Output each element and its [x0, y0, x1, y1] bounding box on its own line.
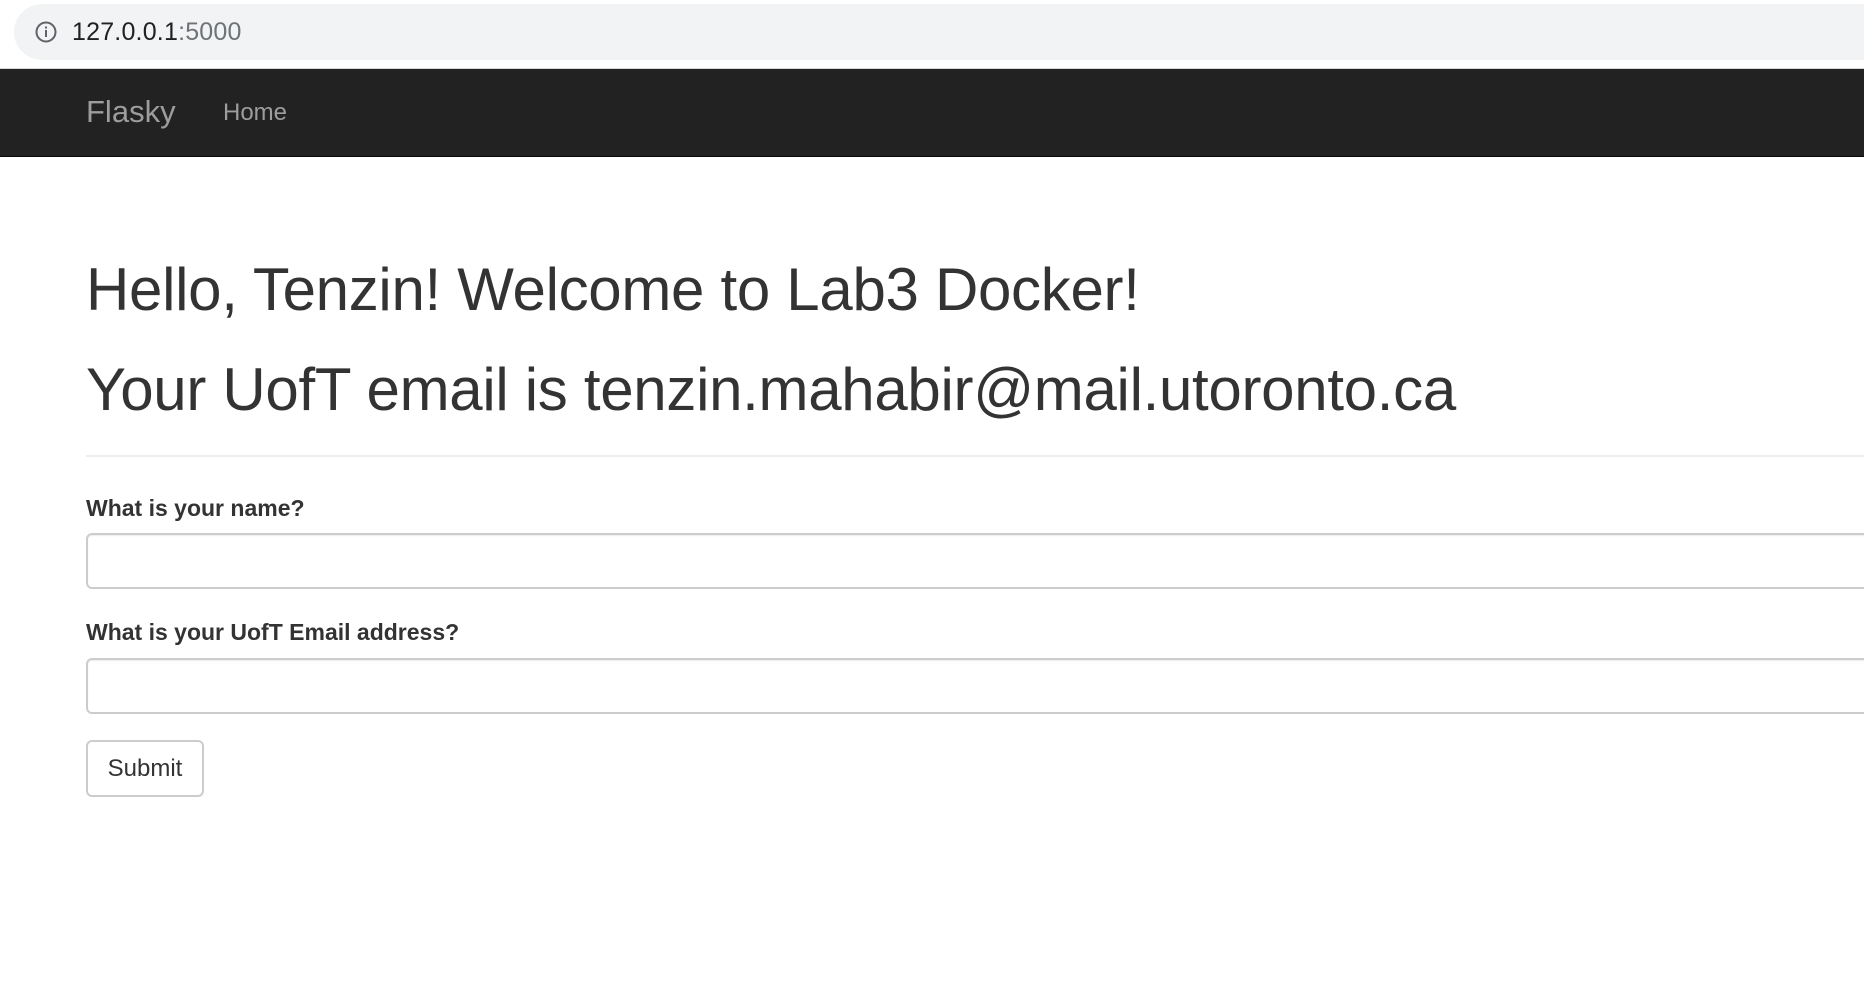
navbar-brand[interactable]: Flasky [86, 94, 176, 130]
url-text[interactable]: 127.0.0.1:5000 [72, 16, 242, 48]
top-navbar: Flasky Home [0, 69, 1864, 157]
nav-item-home[interactable]: Home [223, 99, 287, 127]
greeting-heading: Hello, Tenzin! Welcome to Lab3 Docker! [86, 256, 1140, 323]
header-divider [86, 455, 1864, 457]
submit-button[interactable]: Submit [86, 740, 204, 797]
email-input[interactable] [86, 658, 1864, 714]
email-heading: Your UofT email is tenzin.mahabir@mail.u… [86, 356, 1456, 423]
info-circle-icon[interactable] [34, 20, 58, 44]
browser-toolbar: 127.0.0.1:5000 [0, 0, 1864, 69]
name-input[interactable] [86, 533, 1864, 589]
name-field-label: What is your name? [86, 495, 305, 521]
url-port: :5000 [178, 18, 242, 46]
email-field-label: What is your UofT Email address? [86, 619, 460, 645]
url-host: 127.0.0.1 [72, 18, 179, 46]
address-bar[interactable] [14, 4, 1864, 60]
